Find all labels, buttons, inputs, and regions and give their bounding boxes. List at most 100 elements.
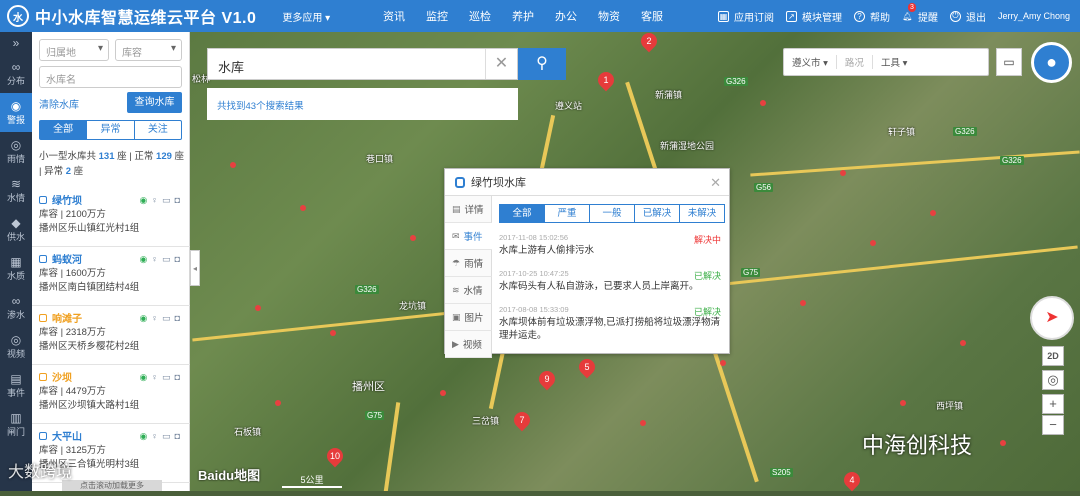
reservoir-dot[interactable] [330, 330, 336, 336]
locate-icon[interactable]: ◎ [1042, 370, 1064, 390]
reservoir-dot[interactable] [640, 420, 646, 426]
city-selector[interactable]: 遵义市 ▾ [784, 55, 837, 69]
nav-rain[interactable]: ◎ 雨情 [0, 132, 32, 171]
list-item[interactable]: 响滩子 ◉♀▭◘ 库容 | 2318万方 播州区天桥乡樱花村2组 [32, 306, 190, 365]
app-subscribe-button[interactable]: ▦ 应用订阅 [717, 9, 774, 24]
zoom-in-button[interactable]: + [1042, 394, 1064, 414]
list-item[interactable]: 绿竹坝 ◉♀▭◘ 库容 | 2100万方 播州区乐山镇红光村1组 [32, 188, 190, 247]
reminder-button[interactable]: 🔔︎ 3 提醒 [902, 2, 938, 24]
list-item[interactable]: 沙坝 ◉♀▭◘ 库容 | 4479万方 播州区沙坝镇大路村1组 [32, 365, 190, 424]
event-item[interactable]: 2017-11-08 15:02:56 解决中 水库上游有人偷排污水 [499, 233, 725, 257]
nav-patrol[interactable]: 巡检 [469, 8, 491, 24]
tab-abnormal[interactable]: 异常 [87, 121, 135, 139]
zoom-out-button[interactable]: − [1042, 415, 1064, 435]
nav-seepage[interactable]: ∞ 渗水 [0, 288, 32, 327]
search-button[interactable]: ⚲ [518, 48, 566, 80]
filter-severe[interactable]: 严重 [545, 205, 590, 222]
nav-office[interactable]: 办公 [555, 8, 577, 24]
event-item[interactable]: 2017-08-08 15:33:09 已解决 水库坝体前有垃圾漂浮物,已派打捞… [499, 305, 725, 342]
item-action-icons[interactable]: ◉♀▭◘ [139, 195, 184, 206]
search-result-count[interactable]: 共找到43个搜索结果 [207, 88, 518, 120]
traffic-toggle[interactable]: 路况 [837, 55, 873, 69]
map-mode-2d[interactable]: 2D [1042, 346, 1064, 366]
alarm-pin[interactable]: 2 [637, 29, 661, 53]
nav-materials[interactable]: 物资 [598, 8, 620, 24]
reservoir-dot[interactable] [255, 305, 261, 311]
item-action-icons[interactable]: ◉♀▭◘ [139, 254, 184, 265]
compass-icon[interactable]: ➤ [1030, 296, 1074, 340]
filter-all[interactable]: 全部 [500, 205, 545, 222]
event-item[interactable]: 2017-10-25 10:47:25 已解决 水库码头有人私自游泳，已要求人员… [499, 269, 725, 293]
nav-video[interactable]: ◎ 视频 [0, 327, 32, 366]
reservoir-name-input[interactable]: 水库名 [39, 66, 182, 88]
reservoir-dot[interactable] [930, 210, 936, 216]
corner-watermark: 大数跨境 [8, 464, 73, 481]
nav-water-level[interactable]: ≋ 水情 [0, 171, 32, 210]
alarm-pin[interactable]: 1 [594, 68, 618, 92]
close-icon[interactable]: ✕ [710, 175, 721, 191]
reservoir-dot[interactable] [440, 390, 446, 396]
nav-event[interactable]: ▤ 事件 [0, 366, 32, 405]
tools-dropdown[interactable]: 工具 ▾ [873, 55, 915, 69]
status-tabs: 全部 异常 关注 [39, 120, 182, 140]
collapse-panel-icon[interactable]: ◂ [190, 250, 200, 286]
list-item[interactable]: 蚂蚁河 ◉♀▭◘ 库容 | 1600万方 播州区南白镇团结村4组 [32, 247, 190, 306]
capacity-select[interactable]: 库容 [115, 39, 182, 61]
more-apps-dropdown[interactable]: 更多应用 ▾ [282, 9, 330, 24]
user-avatar[interactable]: ● [1031, 42, 1072, 83]
nav-distribution[interactable]: ∞ 分布 [0, 54, 32, 93]
region-select[interactable]: 归属地 [39, 39, 109, 61]
reservoir-dot[interactable] [900, 400, 906, 406]
map-search-input[interactable]: 水库 ✕ [207, 48, 518, 80]
load-more-tip[interactable]: 点击滚动加载更多 [62, 480, 162, 491]
tab-water[interactable]: ≋ 水情 [445, 277, 492, 304]
reservoir-dot[interactable] [870, 240, 876, 246]
user-name[interactable]: Jerry_Amy Chong [998, 11, 1070, 21]
help-button[interactable]: ? 帮助 [853, 9, 890, 24]
nav-monitor[interactable]: 监控 [426, 8, 448, 24]
reservoir-dot[interactable] [1000, 440, 1006, 446]
reservoir-dot[interactable] [720, 360, 726, 366]
expand-nav-button[interactable]: » [0, 32, 32, 54]
tab-followed[interactable]: 关注 [135, 121, 181, 139]
reservoir-dot[interactable] [760, 100, 766, 106]
clear-search-icon[interactable]: ✕ [485, 49, 517, 79]
tab-all[interactable]: 全部 [40, 121, 88, 139]
alarm-pin[interactable]: 9 [535, 367, 559, 391]
alarm-pin[interactable]: 10 [323, 444, 347, 468]
module-manage-button[interactable]: ↗ 模块管理 [785, 9, 842, 24]
tab-rain[interactable]: ☂ 雨情 [445, 250, 492, 277]
item-action-icons[interactable]: ◉♀▭◘ [139, 372, 184, 383]
reservoir-dot[interactable] [800, 300, 806, 306]
alarm-pin[interactable]: 5 [575, 355, 599, 379]
nav-quality[interactable]: ▦ 水质 [0, 249, 32, 288]
left-nav: » ∞ 分布 ◉ 警报 ◎ 雨情 ≋ 水情 ◆ 供水 ▦ 水质 ∞ 渗水 ◎ 视频 ▤ 事件 ▥ 闸… [0, 32, 32, 491]
filter-normal[interactable]: 一般 [590, 205, 635, 222]
nav-maintain[interactable]: 养护 [512, 8, 534, 24]
item-action-icons[interactable]: ◉♀▭◘ [139, 431, 184, 442]
filter-resolved[interactable]: 已解决 [635, 205, 680, 222]
alarm-pin[interactable]: 4 [840, 468, 864, 492]
tab-video[interactable]: ▶ 视频 [445, 331, 492, 358]
nav-gate[interactable]: ▥ 闸门 [0, 405, 32, 444]
tab-images[interactable]: ▣ 图片 [445, 304, 492, 331]
reservoir-dot[interactable] [840, 170, 846, 176]
alarm-pin[interactable]: 7 [510, 408, 534, 432]
tab-details[interactable]: ▤ 详情 [445, 196, 492, 223]
reservoir-dot[interactable] [275, 400, 281, 406]
item-action-icons[interactable]: ◉♀▭◘ [139, 313, 184, 324]
reservoir-dot[interactable] [960, 340, 966, 346]
nav-supply[interactable]: ◆ 供水 [0, 210, 32, 249]
nav-news[interactable]: 资讯 [383, 8, 405, 24]
nav-service[interactable]: 客服 [641, 8, 663, 24]
filter-unresolved[interactable]: 未解决 [680, 205, 724, 222]
query-reservoir-button[interactable]: 查询水库 [127, 92, 182, 113]
nav-alarm[interactable]: ◉ 警报 [0, 93, 32, 132]
reservoir-dot[interactable] [410, 235, 416, 241]
tab-events[interactable]: ✉ 事件 [445, 223, 492, 250]
clear-reservoir-link[interactable]: 清除水库 [39, 96, 79, 111]
reservoir-dot[interactable] [230, 162, 236, 168]
message-icon[interactable]: ▭ [996, 48, 1022, 76]
reservoir-dot[interactable] [300, 205, 306, 211]
logout-button[interactable]: ⏻ 退出 [949, 9, 986, 24]
